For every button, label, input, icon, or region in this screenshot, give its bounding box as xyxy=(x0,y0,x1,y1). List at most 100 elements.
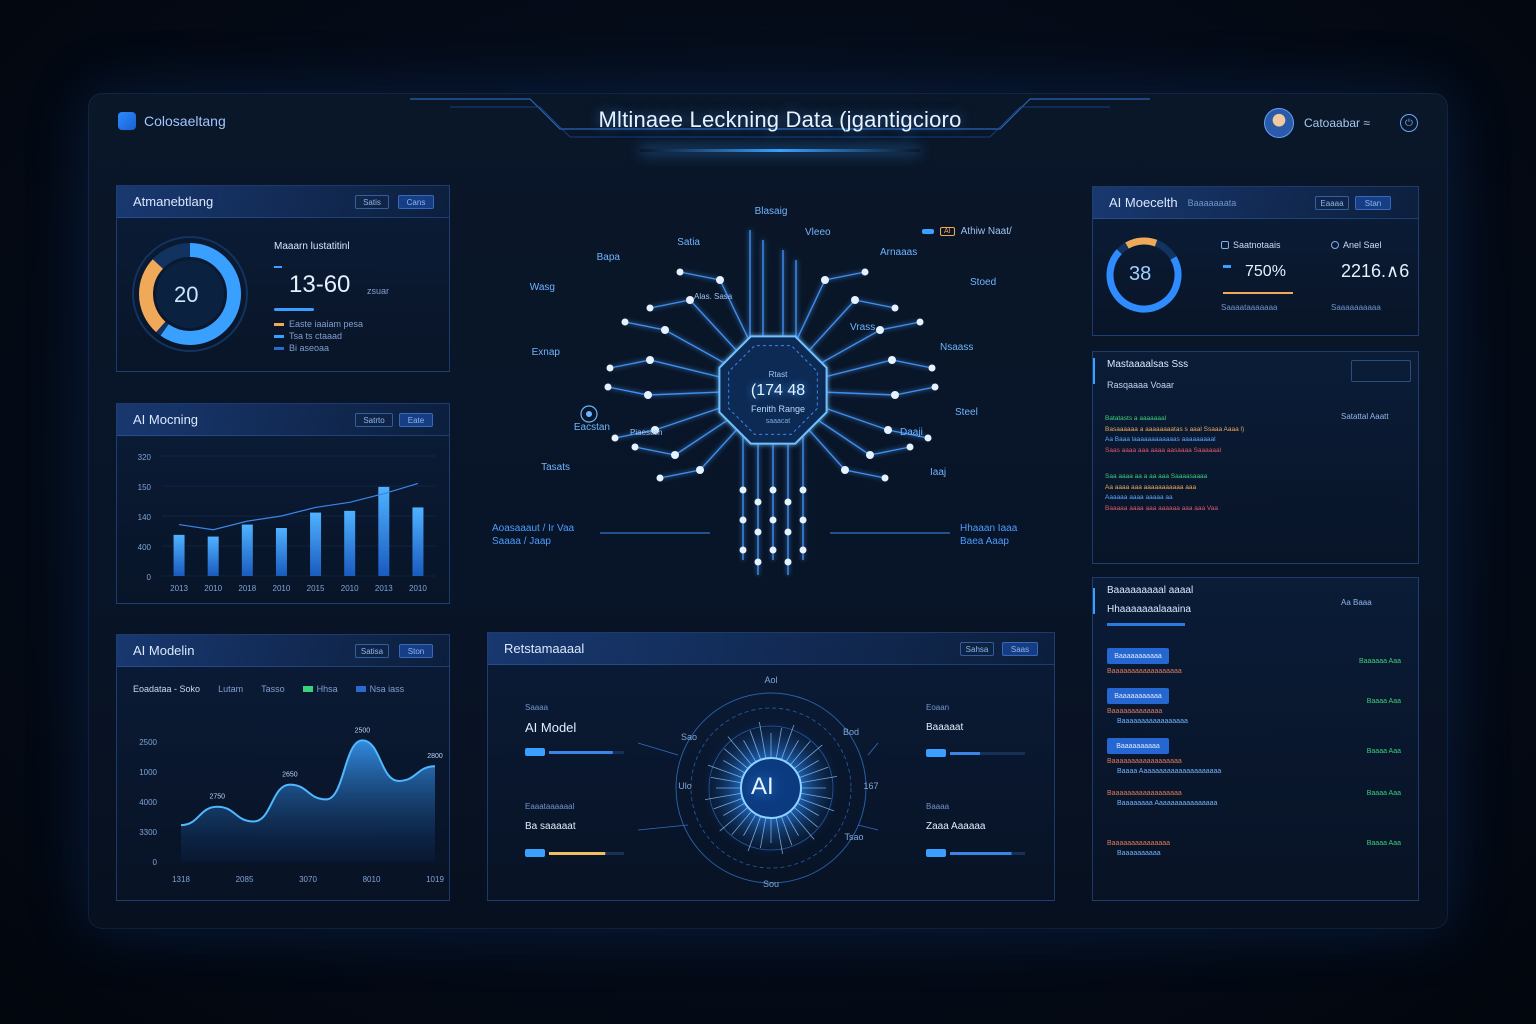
core-left-2-small: Eaaataaaaaal xyxy=(525,802,575,811)
task-row[interactable]: Baaaaaaaaaaa Baaaaaaaaaaaaa Baaaaaaaaaaaaa… xyxy=(1107,688,1413,738)
progress-knob xyxy=(525,849,545,857)
stat-sub: zsuar xyxy=(367,286,390,296)
legend-item-1: Easte iaaiam pesa xyxy=(274,319,363,329)
area-legend-4: Hhsa xyxy=(316,684,338,694)
core-label: AI xyxy=(751,773,774,800)
stat-value: 13-60 xyxy=(289,271,351,298)
area-x-tick: 2085 xyxy=(236,875,254,884)
avatar[interactable] xyxy=(1264,108,1294,138)
bar-x-tick: 2010 xyxy=(204,584,222,593)
task-row-desc: Baaaaaaaa Aaaaaaaaaaaaaaaa xyxy=(1117,800,1218,807)
network-node xyxy=(631,443,639,451)
network-node xyxy=(644,391,652,399)
legend-item-3: Bi aseoaa xyxy=(274,343,329,353)
bar xyxy=(378,486,390,576)
neural-network-diagram: Satia Bapa Wasg Exnap Tasats Eacstan Vleeo Arna… xyxy=(530,206,996,575)
area-y-tick: 2500 xyxy=(139,738,157,747)
stat-bar xyxy=(274,308,314,311)
panel-log: Mastaaaalsas Sss Rasqaaaa Voaar Satattal… xyxy=(1092,351,1419,564)
area-y-tick: 0 xyxy=(153,858,158,867)
area-x-tick: 1019 xyxy=(426,875,444,884)
network-node xyxy=(876,326,884,334)
network-badge-text: Athiw Naat/ xyxy=(960,226,1012,237)
network-node xyxy=(739,486,747,494)
task-row-status: Baaaaaa Aaa xyxy=(1358,658,1401,665)
task-button[interactable]: Baaaaaaaaaaa xyxy=(1107,688,1169,704)
network-node xyxy=(861,268,869,276)
panel-bar-chart-btn-2[interactable]: Eate xyxy=(399,413,433,427)
log-line: Aa Baaa laaaaaaaaaaaas aaaaaaaaal xyxy=(1105,436,1216,443)
core-connector xyxy=(637,824,689,831)
network-node xyxy=(646,356,654,364)
task-row[interactable]: Baaaaaaaaaa Baaaaaaaaaaaaaaaaaa Baaaa Aaaa… xyxy=(1107,738,1413,788)
right-caption-2: Baea Aaap xyxy=(960,536,1009,547)
network-node xyxy=(784,558,792,566)
log-line: Saas aaaa aaa aaaa aasaaaa Saaaaaal xyxy=(1105,446,1222,454)
progress-knob xyxy=(525,748,545,756)
core-ring-label: Sou xyxy=(763,879,779,889)
panel-model-metrics: AI Moecelth Baaaaaaata Eaaaa Stan 38 Saa… xyxy=(1092,186,1419,336)
panel-log-filter[interactable] xyxy=(1351,360,1411,382)
log-lines: Batatasts a aaaaaaal Basaaaaaa a aaaaaaaa… xyxy=(1105,414,1405,514)
chip-value: (174 48 xyxy=(750,382,806,399)
task-row[interactable]: Baaaaaaaaaaa Baaaaaaaaaaaaaaaaaa Baaaaaa A… xyxy=(1107,648,1413,688)
task-row-desc: Baaaaaaaaaa xyxy=(1117,850,1161,857)
panel-ai-core: Retstamaaaal Sahsa Saas Aol Bod Ulo 167 Sao T… xyxy=(487,632,1055,901)
brand[interactable]: Colosaeltang xyxy=(118,112,226,130)
core-ring-label: Tsao xyxy=(844,832,863,842)
log-line: Aa aaaa aaa aaaaaaaaaaa aaa xyxy=(1105,483,1197,491)
panel-bar-chart: AI Mocning Satrto Eate 320 150 140 400 0 2013… xyxy=(116,403,450,604)
network-node xyxy=(671,451,679,459)
metric-1-marker xyxy=(1223,265,1231,268)
network-label: Daaji xyxy=(900,427,923,438)
panel-summary: Atmanebtlang Satis Cans 20 Maaarn lustat… xyxy=(116,185,450,372)
bar xyxy=(310,512,322,576)
panel-task-top-right[interactable]: Aa Baaa xyxy=(1341,598,1372,607)
panel-area-chart-btn-2[interactable]: Ston xyxy=(399,644,433,658)
bar-y-tick: 320 xyxy=(138,453,152,462)
task-row[interactable]: Baaaaaaaaaaaaaaaaaa Baaaaaaaa Aaaaaaaaaaa… xyxy=(1107,788,1413,838)
panel-summary-btn-2[interactable]: Cans xyxy=(398,195,434,209)
legend-item-2: Tsa ts ctaaad xyxy=(274,331,342,341)
network-node xyxy=(799,516,807,524)
bar-chart: 320 150 140 400 0 2013 2010 2018 2010 2015 2010 201… xyxy=(138,453,435,593)
panel-summary-btn-1[interactable]: Satis xyxy=(355,195,389,209)
panel-bar-chart-btn-1[interactable]: Satrto xyxy=(355,413,393,427)
panel-area-chart-btn-1[interactable]: Satisa xyxy=(355,644,389,658)
task-row-title: Baaaaaaaaaaaaaaa xyxy=(1107,840,1171,847)
user-menu[interactable]: Catoaabar ≈ xyxy=(1264,108,1370,138)
network-node xyxy=(716,276,724,284)
panel-model-metrics-btn-1[interactable]: Eaaaa xyxy=(1315,196,1349,210)
network-node xyxy=(769,546,777,554)
network-node xyxy=(916,318,924,326)
bar-x-tick: 2015 xyxy=(307,584,325,593)
metric-1-label: Saatnotaais xyxy=(1233,240,1281,250)
user-name: Catoaabar ≈ xyxy=(1304,116,1370,130)
area-y-tick: 4000 xyxy=(139,798,157,807)
core-connector xyxy=(857,824,879,831)
progress-fill xyxy=(549,751,613,754)
network-label: Steel xyxy=(955,407,978,418)
network-label: Eacstan xyxy=(574,422,610,433)
network-node xyxy=(906,443,914,451)
network-node xyxy=(696,466,704,474)
core-ring-label: Ulo xyxy=(678,781,692,791)
task-row-desc: Baaaa Aaaaaaaaaaaaaaaaaaaaa xyxy=(1117,768,1222,775)
core-left-2-label: Ba saaaaat xyxy=(525,821,576,832)
task-button[interactable]: Baaaaaaaaaa xyxy=(1107,738,1169,754)
task-row[interactable]: Baaaaaaaaaaaaaaa Baaaaaaaaaa Baaaa Aaa xyxy=(1107,838,1413,888)
panel-log-title: Mastaaaalsas Sss xyxy=(1107,359,1189,370)
area-legend-2: Lutam xyxy=(218,684,244,694)
panel-ai-core-btn-2[interactable]: Saas xyxy=(1002,642,1038,656)
power-icon[interactable]: ⏻ xyxy=(1400,114,1418,132)
network-node xyxy=(769,516,777,524)
donut-value: 20 xyxy=(174,282,199,307)
panel-model-metrics-btn-2[interactable]: Stan xyxy=(1355,196,1391,210)
panel-area-chart: AI Modelin Satisa Ston Eoadataa - Soko L… xyxy=(116,634,450,901)
network-label: Arnaaas xyxy=(880,247,917,258)
network-node xyxy=(769,486,777,494)
panel-ai-core-btn-1[interactable]: Sahsa xyxy=(960,642,994,656)
panel-summary-title: Atmanebtlang xyxy=(133,194,214,209)
network-node xyxy=(604,383,612,391)
task-button[interactable]: Baaaaaaaaaaa xyxy=(1107,648,1169,664)
